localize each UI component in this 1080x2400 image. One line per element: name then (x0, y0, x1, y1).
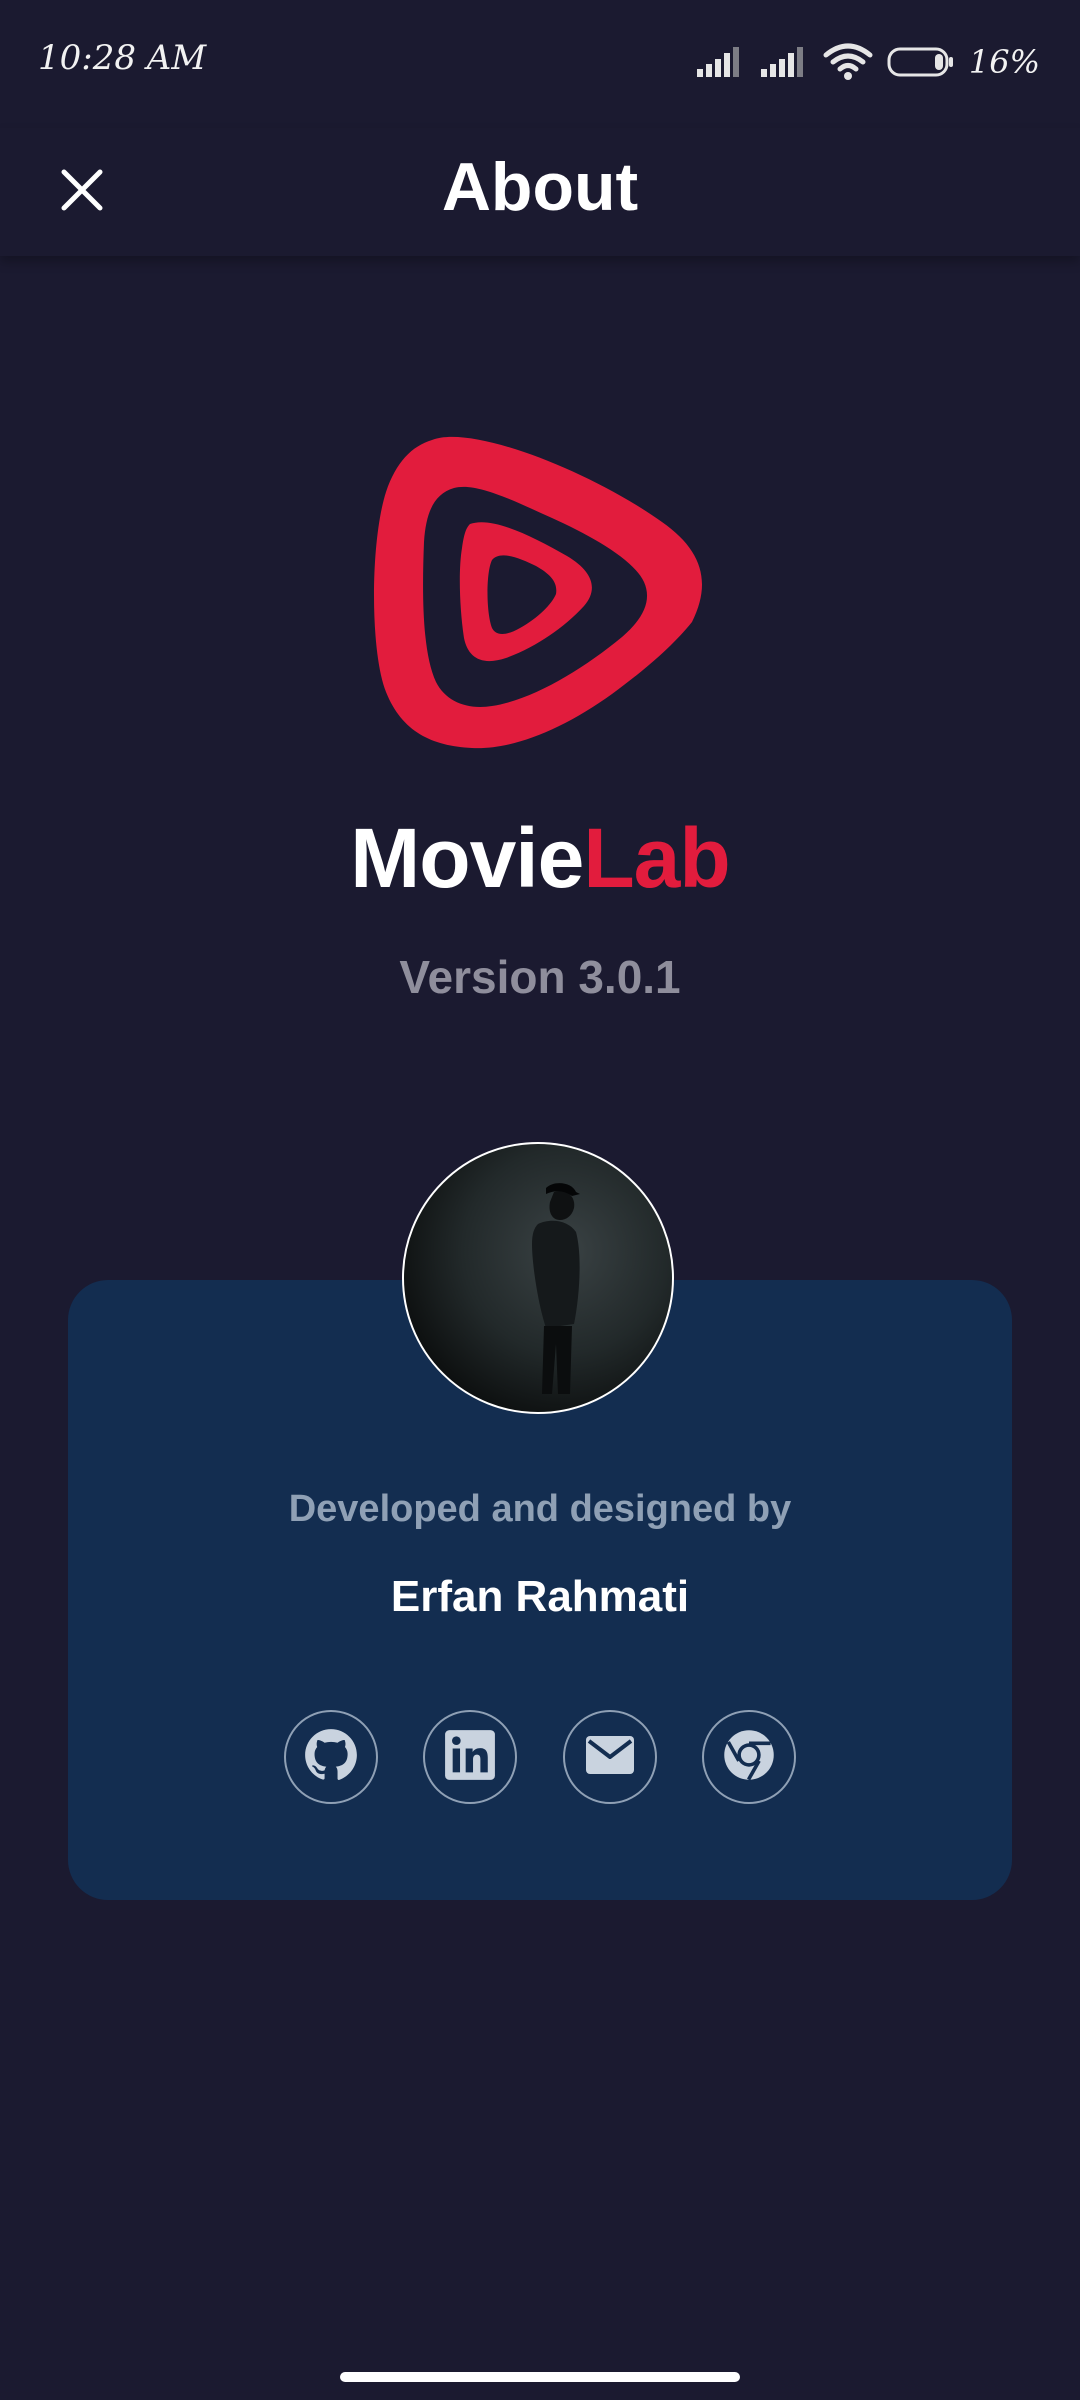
app-name-part-movie: Movie (350, 811, 584, 905)
developer-name: Erfan Rahmati (390, 1572, 690, 1621)
linkedin-button[interactable] (423, 1710, 518, 1804)
linkedin-icon (444, 1729, 496, 1786)
social-links (284, 1710, 796, 1806)
home-indicator[interactable] (340, 2372, 740, 2382)
status-icons: 16% (695, 40, 1040, 84)
signal-icon (759, 45, 809, 79)
version-label: Version 3.0.1 (399, 951, 681, 1003)
page-title: About (441, 149, 639, 225)
github-icon (304, 1728, 358, 1787)
signal-icon (695, 45, 745, 79)
avatar (402, 1142, 674, 1414)
app-name: MovieLab (0, 810, 1080, 907)
status-bar: 10:28 AM 16% (0, 0, 1080, 128)
github-button[interactable] (284, 1710, 378, 1804)
movielab-logo-icon (372, 432, 708, 752)
email-icon (585, 1735, 635, 1780)
battery-icon (887, 46, 955, 78)
email-button[interactable] (562, 1710, 657, 1804)
website-button[interactable] (701, 1710, 796, 1804)
status-time: 10:28 AM (38, 38, 207, 78)
wifi-icon (823, 43, 873, 81)
app-name-part-lab: Lab (583, 811, 730, 905)
about-screen: 10:28 AM 16% About MovieLab Version 3.0.… (0, 0, 1080, 2400)
chrome-icon (722, 1728, 776, 1787)
app-bar: About (0, 128, 1080, 256)
developer-caption: Developed and designed by (288, 1488, 792, 1530)
battery-percent: 16% (968, 43, 1040, 81)
